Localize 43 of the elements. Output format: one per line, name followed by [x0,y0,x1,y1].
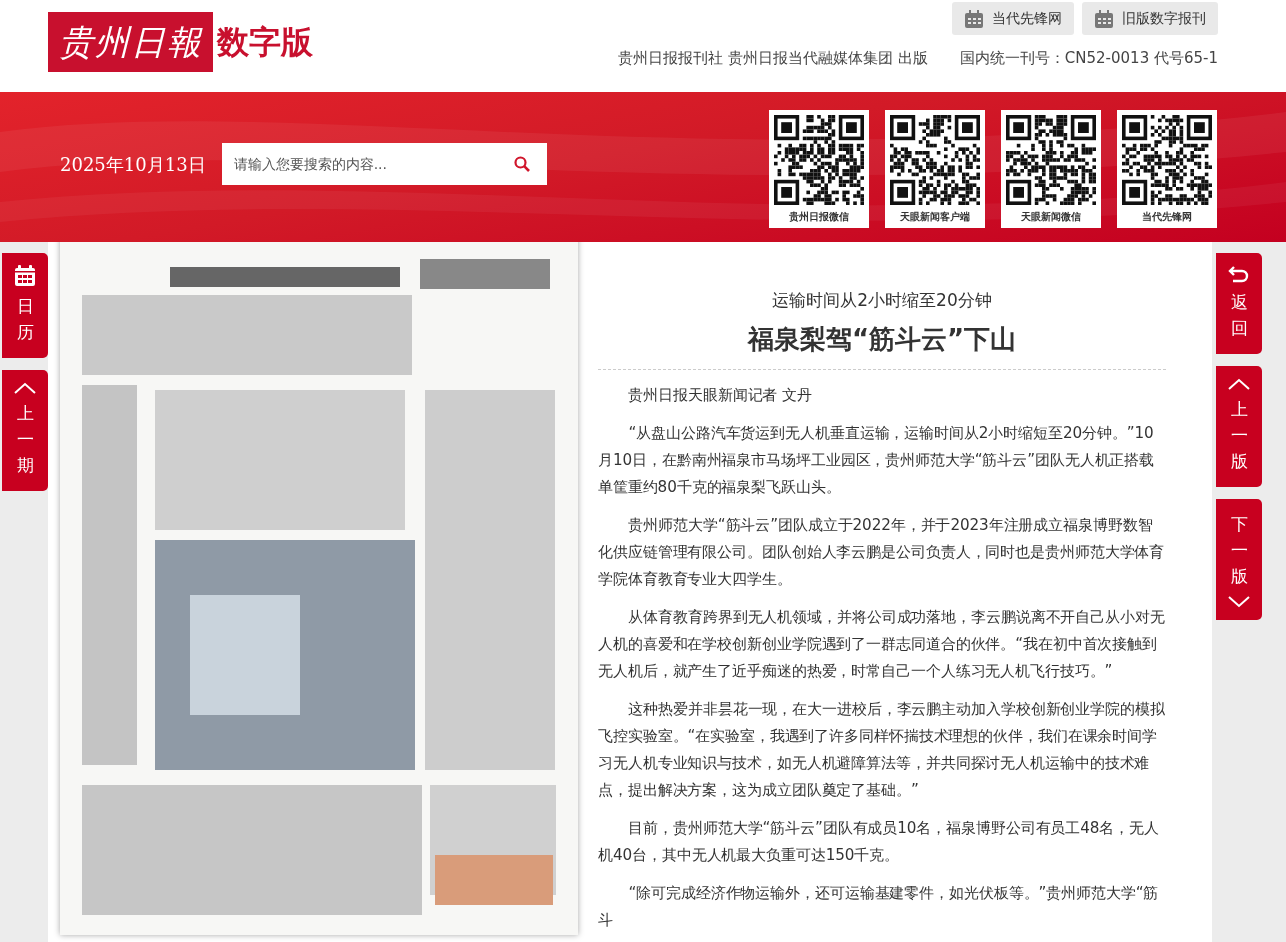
article-paragraph: “除可完成经济作物运输外，还可运输基建零件，如光伏板等。”贵州师范大学“筋斗 [598,882,1160,931]
publisher-text: 贵州日报报刊社 贵州日报当代融媒体集团 出版 [618,48,928,69]
calendar-icon [14,265,36,287]
nav-button[interactable]: 返回 [1216,253,1262,354]
qr-caption: 当代先锋网 [1142,210,1192,224]
article-title: 福泉梨驾“筋斗云”下山 [746,322,1018,356]
logo[interactable]: 贵州日報 [48,12,213,72]
qr-card[interactable]: 天眼新闻微信 [1001,110,1101,228]
article-paragraph: 这种热爱并非昙花一现，在大一进校后，李云鹏主动加入学校创新创业学院的模拟飞控实验室。“在实验室，我遇到了许多同样怀揣技术理想的伙伴，我们在课余时间学习无人机专业知识与技术，如无人机避障算法等，并共同探讨无人机运输中的技术难点，提出解决方案，这为成立团队奠定了基础。” [598,698,1166,801]
caret-up-icon [1228,377,1250,390]
search-field[interactable]: 请输入您要搜索的内容... [221,143,497,185]
back-arrow-icon [1228,265,1250,283]
edition-title: 数字版 [217,22,313,63]
header-link-button[interactable]: 旧版数字报刊 [1082,2,1218,35]
article-paragraph: 从体育教育跨界到无人机领域，并将公司成功落地，李云鹏说离不开自己从小对无人机的喜爱和在学校创新创业学院遇到了一群志同道合的伙伴。“我在初中首次接触到无人机后，就产生了近乎痴迷的热爱，时常自己一个人练习无人机飞行技巧。” [598,606,1166,682]
qr-caption: 天眼新闻客户端 [900,210,970,224]
header-link-button[interactable]: 当代先锋网 [952,2,1074,35]
qr-caption: 天眼新闻微信 [1021,210,1081,224]
qr-code-icon [774,115,864,205]
article-byline: 贵州日报天眼新闻记者 文丹 [627,384,813,406]
issue-date: 2025年10月13日 [60,152,206,177]
qr-card[interactable]: 当代先锋网 [1117,110,1217,228]
caret-down-icon [1228,595,1250,608]
qr-card[interactable]: 贵州日报微信 [769,110,869,228]
qr-caption: 贵州日报微信 [789,210,849,224]
serial-number-text: 国内统一刊号：CN52-0013 代号65-1 [959,48,1218,69]
nav-button[interactable]: 日历 [2,253,48,358]
article-paragraph: “从盘山公路汽车货运到无人机垂直运输，运输时间从2小时缩短至20分钟。”10月10日，在黔南州福泉市马场坪工业园区，贵州师范大学“筋斗云”团队无人机正搭载单筐重约80千克的福泉梨飞跃山头。 [598,422,1156,498]
qr-code-icon [1006,115,1096,205]
nav-button[interactable]: 上一期 [2,369,48,491]
article-subtitle: 运输时间从2小时缩至20分钟 [771,289,993,312]
article-paragraph: 贵州师范大学“筋斗云”团队成立于2022年，并于2023年注册成立福泉博野数智化供应链管理有限公司。团队创始人李云鹏是公司负责人，同时也是贵州师范大学体育学院体育教育专业大四学生。 [598,514,1166,590]
qr-card[interactable]: 天眼新闻客户端 [885,110,985,228]
qr-code-icon [890,115,980,205]
calendar-icon [964,9,984,28]
caret-up-icon [14,381,36,394]
qr-code-icon [1122,115,1212,205]
search-button[interactable] [496,143,547,185]
search-icon [513,156,530,172]
calendar-icon [1094,9,1114,28]
nav-button[interactable]: 上一版 [1216,365,1262,487]
nav-button[interactable]: 下一版 [1216,498,1262,620]
article-paragraph: 目前，贵州师范大学“筋斗云”团队有成员10名，福泉博野公司有员工48名，无人机40台，其中无人机最大负重可达150千克。 [598,817,1160,866]
